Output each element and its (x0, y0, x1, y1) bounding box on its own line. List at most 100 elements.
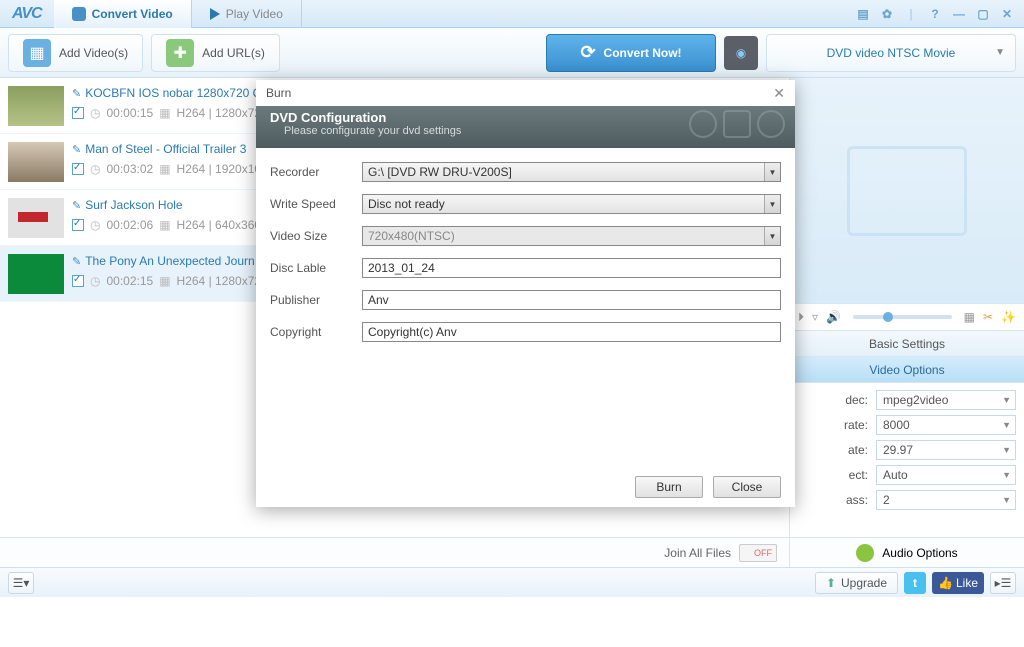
dialog-close-icon[interactable]: ✕ (773, 85, 785, 102)
option-label: ect: (798, 468, 870, 482)
close-button[interactable]: Close (713, 476, 781, 498)
field-value: Disc not ready (368, 197, 445, 211)
feedback-icon[interactable]: ▤ (854, 5, 872, 23)
cut-icon[interactable]: ✂ (983, 310, 993, 324)
dialog-header: DVD Configuration Please configurate you… (256, 106, 795, 148)
pass-select[interactable]: 2▼ (876, 490, 1016, 510)
chevron-down-icon: ▼ (764, 195, 780, 213)
burn-button[interactable]: Burn (635, 476, 703, 498)
tab-play-video[interactable]: Play Video (192, 0, 302, 28)
disc-label-input[interactable]: 2013_01_24 (362, 258, 781, 278)
field-label: Write Speed (270, 197, 362, 211)
checkbox[interactable] (72, 275, 84, 287)
option-value: 29.97 (883, 443, 913, 457)
field-row: Publisher Anv (270, 290, 781, 310)
recorder-select[interactable]: G:\ [DVD RW DRU-V200S]▼ (362, 162, 781, 182)
duration: 00:02:06 (106, 218, 153, 232)
chevron-down-icon: ▼ (995, 47, 1005, 58)
field-value: 720x480(NTSC) (368, 229, 455, 243)
next-button[interactable]: ▸☰ (990, 572, 1016, 594)
chevron-down-icon: ▼ (1002, 445, 1011, 455)
format: H264 | 1280x720 (177, 274, 268, 288)
maximize-icon[interactable]: ▢ (974, 5, 992, 23)
copyright-input[interactable]: Copyright(c) Anv (362, 322, 781, 342)
settings-icon[interactable]: ✿ (878, 5, 896, 23)
edit-icon[interactable]: ✎ (72, 255, 81, 268)
convert-icon (72, 7, 86, 21)
add-urls-button[interactable]: ✚ Add URL(s) (151, 34, 280, 72)
join-toggle[interactable]: OFF (739, 544, 777, 562)
audio-options-bar[interactable]: Audio Options (790, 537, 1024, 567)
help-icon[interactable]: ? (926, 5, 944, 23)
field-value: G:\ [DVD RW DRU-V200S] (368, 165, 512, 179)
dialog-body: Recorder G:\ [DVD RW DRU-V200S]▼ Write S… (256, 148, 795, 467)
bitrate-select[interactable]: 8000▼ (876, 415, 1016, 435)
volume-icon[interactable]: 🔊 (826, 310, 841, 324)
duration: 00:00:15 (106, 106, 153, 120)
output-profile-select[interactable]: DVD video NTSC Movie ▼ (766, 34, 1016, 72)
profile-value: DVD video NTSC Movie (827, 46, 956, 60)
format-icon: ▦ (159, 162, 170, 176)
tab-label: Play Video (226, 7, 283, 21)
video-options-header[interactable]: Video Options (790, 357, 1024, 383)
chevron-down-icon: ▼ (1002, 420, 1011, 430)
play-icon (210, 8, 220, 20)
edit-icon[interactable]: ✎ (72, 199, 81, 212)
dialog-footer: Burn Close (256, 467, 795, 507)
option-row: ate: 29.97▼ (798, 437, 1016, 462)
twitter-button[interactable]: t (904, 572, 926, 594)
framerate-select[interactable]: 29.97 ▼ (876, 440, 1016, 460)
checkbox[interactable] (72, 219, 84, 231)
minimize-icon[interactable]: — (950, 5, 968, 23)
clock-icon: ◷ (90, 162, 100, 176)
option-label: rate: (798, 418, 870, 432)
option-row: ect: Auto▼ (798, 462, 1016, 487)
tab-convert-video[interactable]: Convert Video (54, 0, 192, 28)
join-label: Join All Files (664, 546, 731, 560)
field-row: Copyright Copyright(c) Anv (270, 322, 781, 342)
video-thumbnail (8, 86, 64, 126)
facebook-like-button[interactable]: 👍 Like (932, 572, 984, 594)
header-icons (689, 110, 785, 138)
format-icon: ▦ (159, 274, 170, 288)
writespeed-select[interactable]: Disc not ready ▼ (362, 194, 781, 214)
option-label: dec: (798, 393, 870, 407)
edit-icon[interactable]: ✎ (72, 143, 81, 156)
volume-slider[interactable] (853, 315, 952, 319)
add-videos-button[interactable]: ▦ Add Video(s) (8, 34, 143, 72)
option-label: ass: (798, 493, 870, 507)
field-row: Video Size 720x480(NTSC)▼ (270, 226, 781, 246)
close-icon[interactable]: ✕ (998, 5, 1016, 23)
effects-icon[interactable]: ✨ (1001, 310, 1016, 324)
format: H264 | 1920x108 (177, 162, 268, 176)
title-text: Surf Jackson Hole (85, 198, 182, 212)
option-value: Auto (883, 468, 908, 482)
option-value: mpeg2video (883, 393, 948, 407)
preview-controls: ⏵ ▿ 🔊 ▦ ✂ ✨ (790, 303, 1024, 331)
aspect-select[interactable]: Auto▼ (876, 465, 1016, 485)
camera-icon[interactable]: ⏵ (798, 310, 804, 325)
publisher-input[interactable]: Anv (362, 290, 781, 310)
format: H264 | 1280x720 (177, 106, 268, 120)
join-files-bar: Join All Files OFF (0, 537, 789, 567)
video-options-panel: dec: mpeg2video▼ rate: 8000▼ ate: 29.97▼… (790, 383, 1024, 516)
codec-select[interactable]: mpeg2video▼ (876, 390, 1016, 410)
convert-now-button[interactable]: ⟳ Convert Now! (546, 34, 716, 72)
menu-button[interactable]: ☰▾ (8, 572, 34, 594)
basic-settings-header[interactable]: Basic Settings (790, 331, 1024, 357)
checkbox[interactable] (72, 163, 84, 175)
globe-icon: ✚ (166, 39, 194, 67)
checkbox[interactable] (72, 107, 84, 119)
burn-disc-button[interactable]: ◉ (724, 36, 758, 70)
title-text: KOCBFN IOS nobar 1280x720 Q (85, 86, 262, 100)
upgrade-button[interactable]: ⬆ Upgrade (815, 572, 898, 594)
app-logo: AVC (0, 5, 54, 23)
field-row: Disc Lable 2013_01_24 (270, 258, 781, 278)
snapshot-icon[interactable]: ▿ (812, 310, 818, 324)
edit-icon[interactable]: ✎ (72, 87, 81, 100)
field-label: Disc Lable (270, 261, 362, 275)
crop-icon[interactable]: ▦ (964, 310, 975, 324)
button-label: Add URL(s) (202, 46, 265, 60)
speaker-icon (856, 544, 874, 562)
refresh-icon: ⟳ (580, 42, 595, 63)
